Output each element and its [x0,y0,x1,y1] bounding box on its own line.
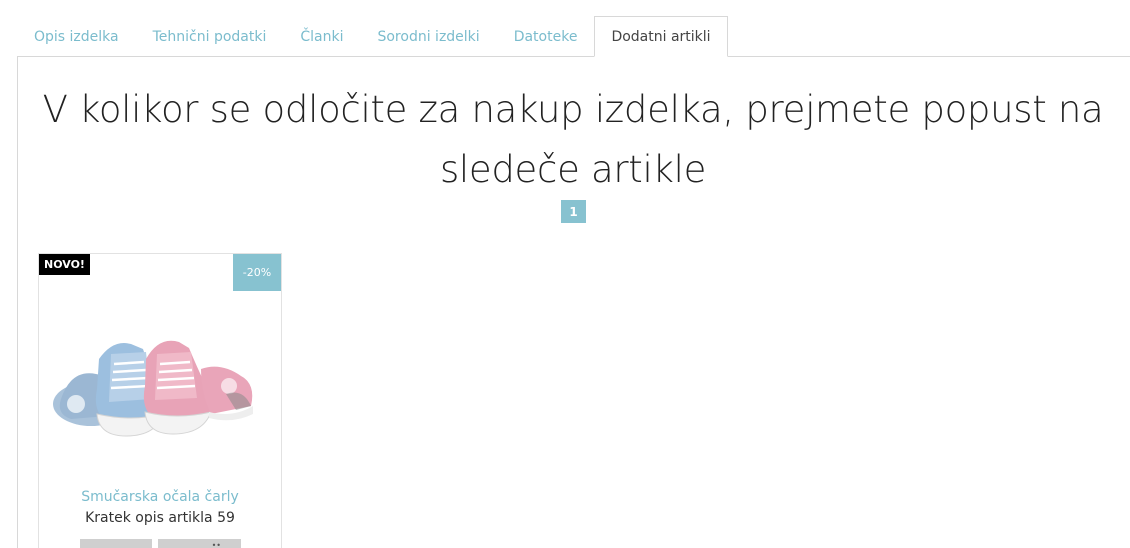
card-secondary-button[interactable]: •• [158,539,241,548]
tab-clanki[interactable]: Članki [283,16,360,57]
discount-badge: -20% [233,254,281,291]
product-image[interactable] [51,314,271,449]
tab-bar: Opis izdelka Tehnični podatki Članki Sor… [17,16,728,57]
tab-dodatni-artikli[interactable]: Dodatni artikli [594,16,728,57]
pagination-page-button[interactable]: 1 [561,200,586,223]
tab-divider [17,56,1130,57]
tab-datoteke[interactable]: Datoteke [497,16,595,57]
product-card: NOVO! -20% Smučarska očala čarly Kratek … [38,253,282,548]
dots-icon: •• [211,541,221,548]
tab-tehnicni-podatki[interactable]: Tehnični podatki [136,16,284,57]
product-name-link[interactable]: Smučarska očala čarly [39,489,281,505]
tab-sorodni-izdelki[interactable]: Sorodni izdelki [360,16,496,57]
tab-opis-izdelka[interactable]: Opis izdelka [17,16,136,57]
page: Opis izdelka Tehnični podatki Članki Sor… [0,0,1130,548]
card-action-button[interactable] [80,539,152,548]
product-description: Kratek opis artikla 59 [85,510,235,526]
page-title: V kolikor se odločite za nakup izdelka, … [42,88,1104,191]
new-badge: NOVO! [39,254,90,275]
